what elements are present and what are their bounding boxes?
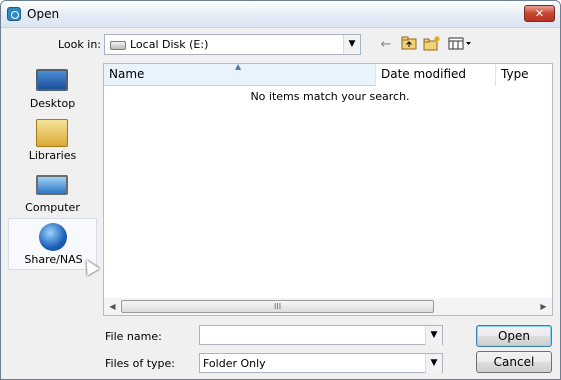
files-of-type-dropdown[interactable]: Folder Only ▼ [199, 353, 443, 373]
place-desktop[interactable]: Desktop [8, 63, 97, 113]
cancel-button[interactable]: Cancel [476, 351, 552, 373]
chevron-down-icon[interactable]: ▼ [343, 35, 360, 54]
column-header-name[interactable]: ▲ Name [104, 62, 376, 86]
share-nas-icon [39, 223, 67, 251]
new-folder-icon[interactable] [423, 36, 441, 53]
open-dialog: Open ✕ Look in: Local Disk (E:) ▼ ← Desk… [0, 0, 561, 380]
libraries-icon [36, 119, 68, 147]
drive-icon [110, 41, 126, 50]
column-header-date-modified[interactable]: Date modified [376, 64, 496, 86]
place-libraries[interactable]: Libraries [8, 115, 97, 165]
files-of-type-value: Folder Only [203, 357, 266, 370]
computer-icon [36, 175, 68, 195]
column-label: Date modified [381, 67, 467, 81]
place-label: Libraries [28, 149, 77, 162]
app-icon [7, 7, 21, 21]
scroll-left-icon[interactable]: ◀ [104, 298, 121, 315]
file-name-label: File name: [105, 330, 162, 343]
scroll-right-icon[interactable]: ▶ [535, 298, 552, 315]
file-list[interactable]: ▲ Name Date modified Type No items match… [103, 62, 553, 316]
sort-ascending-icon: ▲ [235, 62, 242, 71]
close-button[interactable]: ✕ [524, 5, 555, 22]
place-computer[interactable]: Computer [8, 167, 97, 217]
open-button[interactable]: Open [476, 325, 552, 347]
title-bar: Open ✕ [1, 1, 560, 28]
horizontal-scrollbar[interactable]: ◀ III ▶ [104, 298, 552, 315]
column-header-type[interactable]: Type [496, 64, 552, 86]
look-in-value: Local Disk (E:) [130, 38, 209, 51]
desktop-icon [36, 69, 68, 91]
places-bar: Desktop Libraries Computer Share/NAS [8, 63, 98, 271]
grip-icon: III [274, 302, 282, 311]
scrollbar-thumb[interactable]: III [121, 300, 434, 313]
column-label: Name [109, 67, 145, 81]
chevron-down-icon[interactable]: ▼ [425, 354, 442, 373]
window-title: Open [27, 7, 60, 21]
empty-message: No items match your search. [250, 90, 410, 103]
file-name-input[interactable] [200, 326, 424, 344]
look-in-dropdown[interactable]: Local Disk (E:) ▼ [104, 34, 361, 55]
up-folder-icon[interactable] [400, 36, 418, 53]
place-label: Computer [25, 201, 80, 214]
place-label: Desktop [29, 97, 76, 110]
file-name-combo[interactable]: ▼ [199, 325, 443, 345]
column-label: Type [501, 67, 529, 81]
chevron-down-icon[interactable]: ▼ [425, 326, 442, 345]
files-of-type-label: Files of type: [105, 357, 176, 370]
file-list-header: ▲ Name Date modified Type [104, 62, 552, 86]
back-arrow-icon[interactable]: ← [377, 36, 395, 53]
look-in-label: Look in: [58, 38, 101, 51]
view-menu-icon[interactable] [447, 36, 473, 53]
